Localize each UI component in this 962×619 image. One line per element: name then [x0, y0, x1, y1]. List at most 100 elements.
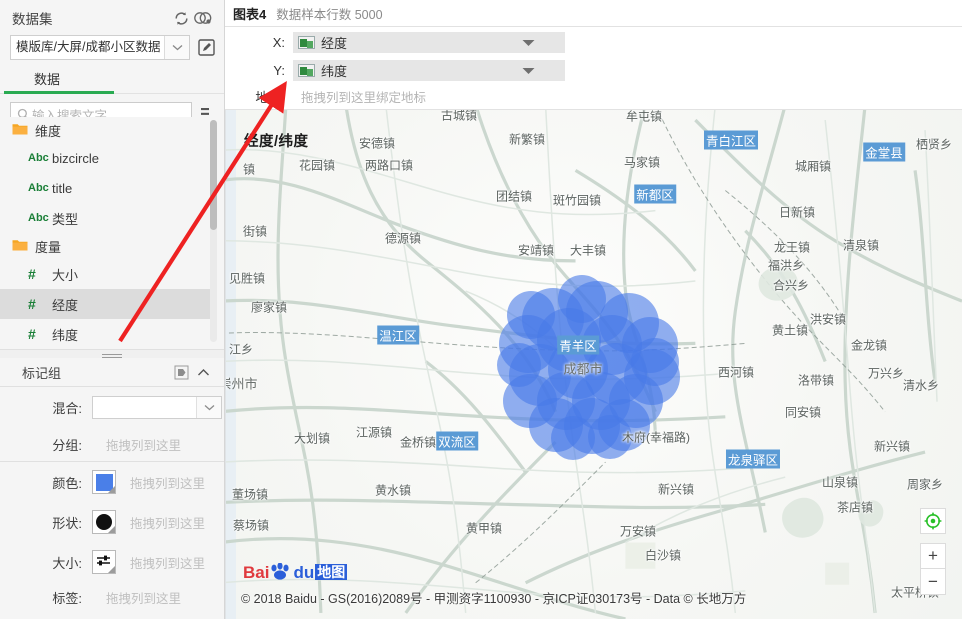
scatter-dot[interactable] [497, 343, 541, 387]
zoom-in-button[interactable]: + [920, 543, 946, 569]
field-label: bizcircle [52, 150, 99, 166]
blend-select[interactable] [92, 395, 222, 419]
refresh-icon[interactable] [170, 7, 192, 29]
shelf-x-pill[interactable]: 经度 [293, 32, 565, 53]
scatter-dot[interactable] [558, 275, 606, 323]
map-town-label: 蔡场镇 [232, 518, 270, 533]
map-title: 经度/纬度 [244, 134, 309, 150]
logo-bai: Bai [243, 562, 270, 582]
zoom-out-button[interactable]: − [920, 569, 946, 595]
map-district-label: 青羊区 [557, 335, 599, 355]
map-town-label: 同安镇 [784, 405, 822, 420]
sidebar-header: 数据集 [0, 0, 224, 32]
tab-data[interactable]: 数据 [28, 69, 66, 93]
map-town-label: 木府(幸福路) [622, 430, 690, 445]
shape-swatch-button[interactable] [92, 510, 116, 534]
dropdown-corner-icon [108, 526, 115, 533]
scrollbar-thumb[interactable] [210, 120, 217, 230]
data-sidebar: 数据集 模版库/大屏/成都小区数据 数据 输入搜索文字 维度 Abc bizci… [0, 0, 225, 619]
field-item[interactable]: Abc 类型 [0, 203, 213, 233]
field-type-icon: Abc [28, 182, 49, 194]
card-icon[interactable] [170, 361, 192, 383]
size-swatch-button[interactable] [92, 550, 116, 574]
dataset-select[interactable]: 模版库/大屏/成都小区数据 [10, 35, 191, 60]
sidebar-title: 数据集 [12, 12, 53, 27]
field-item-selected[interactable]: # 经度 [0, 289, 213, 319]
map-town-label: 黄水镇 [374, 483, 412, 498]
sidebar-tabs: 数据 [0, 69, 224, 94]
map-town-label: 黄甲镇 [465, 521, 503, 536]
field-group-measure[interactable]: 度量 [0, 233, 213, 259]
logo-map-text: 地图 [315, 564, 348, 580]
scatter-dot[interactable] [631, 338, 679, 386]
dropzone-placeholder[interactable]: 拖拽列到这里 [130, 553, 205, 572]
map-town-label: 街镇 [242, 224, 268, 239]
field-item[interactable]: # 大小 [0, 259, 213, 289]
map-town-label: 新兴镇 [657, 482, 695, 497]
marks-title: 标记组 [22, 365, 62, 381]
group-label: 度量 [35, 239, 62, 255]
field-list-scrollbar[interactable] [210, 120, 217, 342]
map-town-label: 花园镇 [298, 158, 336, 173]
field-item[interactable]: Abc title [0, 173, 213, 203]
chevron-down-icon[interactable] [196, 396, 221, 418]
map-town-label: 德源镇 [384, 231, 422, 246]
chevron-down-icon[interactable] [522, 63, 535, 78]
field-list: 维度 Abc bizcircle Abc title Abc 类型 度量 # 大… [0, 117, 213, 357]
field-type-icon: # [28, 296, 36, 312]
field-group-dimension[interactable]: 维度 [0, 117, 213, 143]
edit-icon[interactable] [196, 35, 216, 60]
shelf-geo-placeholder[interactable]: 拖拽列到这里绑定地标 [301, 87, 426, 106]
folder-icon [12, 238, 28, 254]
marks-row-size: 大小: 拖拽列到这里 [0, 542, 224, 582]
map-town-label: 万兴乡 [867, 366, 905, 381]
marks-field: 拖拽列到这里 [92, 470, 224, 494]
map-town-label: 洪安镇 [809, 312, 847, 327]
field-item[interactable]: Abc bizcircle [0, 143, 213, 173]
shelf-y: Y: 纬度 [225, 58, 962, 83]
marks-panel: 标记组 混合: 分组: 拖拽列到这里 颜色: 拖拽列到这里 形状: 拖拽列到这里… [0, 358, 224, 619]
dropzone-placeholder[interactable]: 拖拽列到这里 [130, 513, 205, 532]
chevron-down-icon[interactable] [522, 35, 535, 50]
map-town-label: 团结镇 [495, 189, 533, 204]
map-canvas[interactable]: 经度/纬度 古城镇 新繁镇 牟屯镇 安德镇 花园镇 两路口镇 马家镇 城厢镇 栖贤乡 团结镇 斑竹园… [225, 110, 962, 619]
field-item[interactable]: # 纬度 [0, 319, 213, 349]
marks-row-shape: 形状: 拖拽列到这里 [0, 502, 224, 542]
map-town-label: 万安镇 [619, 524, 657, 539]
chevron-up-icon[interactable] [192, 361, 214, 383]
scatter-dot[interactable] [551, 416, 595, 460]
chart-header: 图表4 数据样本行数 5000 [225, 0, 962, 27]
map-town-label: 合兴乡 [772, 278, 810, 293]
locate-icon[interactable] [920, 508, 946, 534]
map-district-label: 双流区 [436, 431, 478, 451]
map-town-label: 清泉镇 [842, 238, 880, 253]
map-town-label: 洛带镇 [797, 373, 835, 388]
map-town-label: 金桥镇 [399, 435, 437, 450]
shelf-y-pill[interactable]: 纬度 [293, 60, 565, 81]
marks-label: 分组: [52, 437, 82, 453]
map-town-label: 新兴镇 [873, 439, 911, 454]
group-label: 维度 [35, 123, 62, 139]
dropdown-corner-icon [108, 566, 115, 573]
marks-row-color: 颜色: 拖拽列到这里 [0, 462, 224, 502]
marks-dropzone[interactable]: 拖拽列到这里 [92, 588, 224, 607]
chevron-down-icon[interactable] [164, 36, 190, 59]
application-window: 数据集 模版库/大屏/成都小区数据 数据 输入搜索文字 维度 Abc bizci… [0, 0, 962, 619]
map-town-label: 江乡 [228, 342, 254, 357]
map-town-label: 马家镇 [623, 155, 661, 170]
field-label: 类型 [52, 211, 79, 227]
map-district-label: 新都区 [634, 184, 676, 204]
shelf-x-field: 经度 [321, 36, 348, 51]
marks-header: 标记组 [0, 358, 224, 387]
map-town-label: 安靖镇 [517, 243, 555, 258]
map-town-label: 古城镇 [440, 110, 478, 123]
color-swatch-button[interactable] [92, 470, 116, 494]
scatter-dot[interactable] [507, 291, 555, 339]
marks-row-label: 标签: 拖拽列到这里 [0, 582, 224, 612]
map-town-label: 金龙镇 [850, 338, 888, 353]
blend-icon[interactable] [192, 7, 214, 29]
marks-dropzone[interactable]: 拖拽列到这里 [92, 435, 224, 454]
dropzone-placeholder[interactable]: 拖拽列到这里 [130, 473, 205, 492]
map-town-label: 董场镇 [231, 487, 269, 502]
field-label: 大小 [52, 267, 79, 283]
